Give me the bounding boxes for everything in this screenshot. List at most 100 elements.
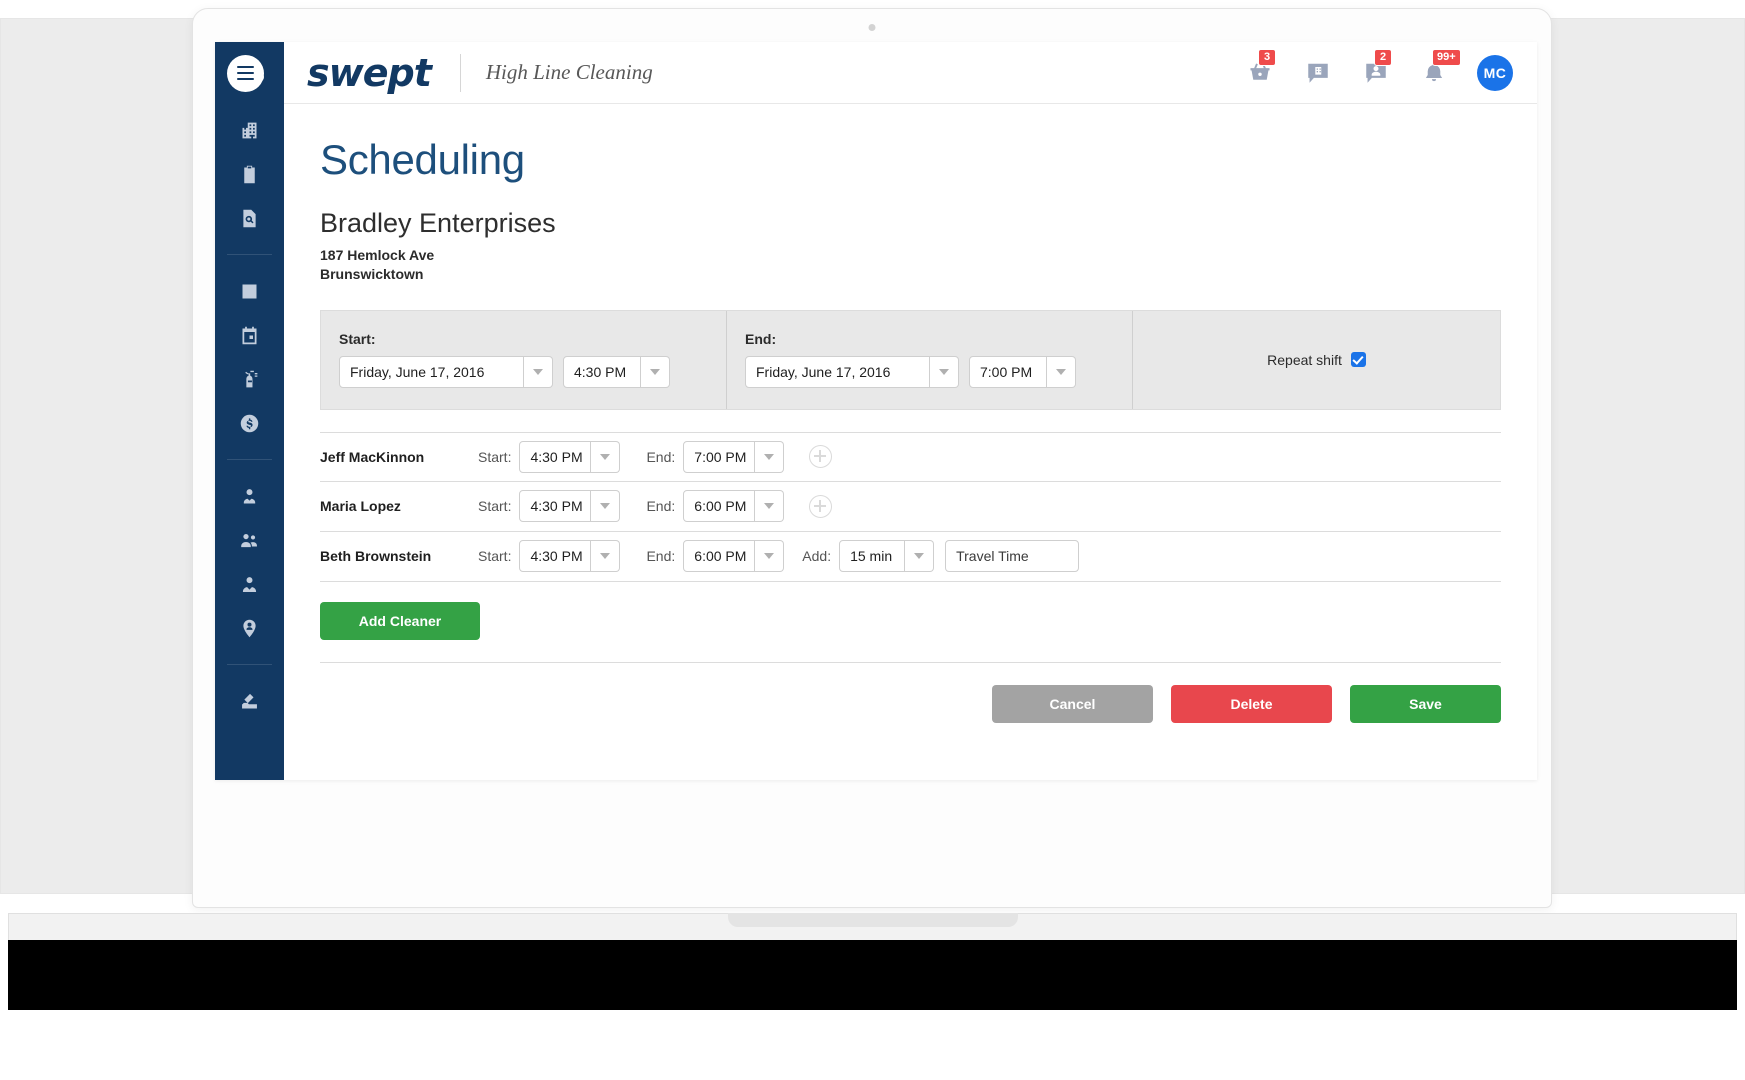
buildings-icon [242,122,257,138]
shift-end-date-select[interactable]: Friday, June 17, 2016 [745,356,959,389]
row-start-time-caret[interactable] [591,490,621,523]
top-bar: swept High Line Cleaning 3 2 99+ MC [284,42,1537,104]
sidebar-item-person-badge[interactable] [215,474,284,518]
row-end-time-caret[interactable] [755,440,785,473]
add-cleaner-button[interactable]: Add Cleaner [320,601,480,640]
clipboard-icon [244,165,255,183]
sidebar-divider-3 [227,664,272,665]
cleaner-name: Maria Lopez [320,498,401,515]
repeat-shift-column: Repeat shift [1133,311,1500,409]
sidebar-group-2 [215,265,284,449]
row-start-label: Start: [478,448,512,465]
row-add-label: Add: [802,548,832,565]
row-end-label: End: [646,448,676,465]
shift-end-time-caret[interactable] [1047,356,1076,389]
sidebar-item-clipboard[interactable] [215,152,284,196]
background-panel-left [0,18,196,894]
shift-start-date-caret[interactable] [524,356,553,389]
shift-start-column: Start: Friday, June 17, 2016 4:30 PM [321,310,727,409]
row-add-duration-caret[interactable] [905,540,935,573]
row-end-time-caret[interactable] [755,540,785,573]
row-end-time-caret[interactable] [755,490,785,523]
sidebar-item-locations[interactable] [215,606,284,650]
notifications-badge: 99+ [1432,48,1461,66]
dollar-circle-icon [240,414,259,432]
row-end-time-select[interactable]: 6:00 PM [683,540,785,573]
add-row-plus-icon[interactable] [809,494,833,518]
chevron-down-icon [1056,369,1066,376]
sidebar-item-inbox[interactable] [215,679,284,723]
add-row-plus-icon[interactable] [809,445,833,469]
travel-time-input[interactable] [945,540,1080,573]
sidebar-item-person-team[interactable] [215,562,284,606]
sidebar-item-billing[interactable] [215,401,284,445]
chevron-down-icon [600,553,611,560]
sidebar-item-people-group[interactable] [215,518,284,562]
shift-end-time-select[interactable]: 7:00 PM [969,356,1076,389]
sidebar-item-calendar[interactable] [215,313,284,357]
shift-start-row: Friday, June 17, 2016 4:30 PM [339,356,708,389]
row-end-label: End: [646,498,676,515]
app-window: swept High Line Cleaning 3 2 99+ MC Sche… [215,42,1537,780]
topbar-actions: 3 2 99+ MC [1245,48,1537,91]
notifications-button[interactable]: 99+ [1419,48,1461,88]
row-start-time-value: 4:30 PM [519,440,592,473]
people-group-icon [241,533,257,547]
shift-end-label: End: [745,331,777,348]
person-badge-icon [243,488,256,503]
cancel-button[interactable]: Cancel [992,684,1153,723]
shift-end-row: Friday, June 17, 2016 7:00 PM [745,356,1114,389]
sidebar-item-spray-bottle[interactable] [215,357,284,401]
shift-start-time-caret[interactable] [641,356,670,389]
row-start-time-select[interactable]: 4:30 PM [519,540,621,573]
row-end-time-select[interactable]: 7:00 PM [683,440,785,473]
page-title: Scheduling [320,136,525,183]
repeat-shift-label: Repeat shift [1267,351,1342,368]
sidebar-item-bar-chart[interactable] [215,269,284,313]
chevron-down-icon [600,453,611,460]
shift-end-column: End: Friday, June 17, 2016 7:00 PM [727,310,1133,409]
shift-end-date-caret[interactable] [930,356,959,389]
calendar-icon [242,326,257,344]
shift-end-date-value: Friday, June 17, 2016 [745,356,930,389]
row-end-time-value: 7:00 PM [683,440,756,473]
row-start-time-select[interactable]: 4:30 PM [519,440,621,473]
spray-bottle-icon [245,370,258,387]
shift-panel: Start: Friday, June 17, 2016 4:30 PM End… [320,309,1501,410]
sidebar-group-1 [215,104,284,244]
save-button[interactable]: Save [1350,684,1501,723]
building-message-button[interactable] [1303,58,1333,88]
sidebar-menu-button[interactable] [215,42,284,104]
delete-button[interactable]: Delete [1171,684,1332,723]
address-line-1: 187 Hemlock Ave [320,247,435,263]
swept-logo: swept [307,50,432,95]
row-end-time-select[interactable]: 6:00 PM [683,490,785,523]
laptop-shadow [8,940,1737,1010]
sidebar-item-document-search[interactable] [215,196,284,240]
chevron-down-icon [939,369,949,376]
main-content: Scheduling Bradley Enterprises 187 Hemlo… [284,104,1537,780]
shift-start-time-value: 4:30 PM [563,356,641,389]
basket-button[interactable]: 3 [1245,48,1277,88]
footer-actions: Cancel Delete Save [320,684,1501,723]
person-message-button[interactable]: 2 [1361,48,1393,88]
chevron-down-icon [650,369,660,376]
chevron-down-icon [764,553,775,560]
row-start-time-caret[interactable] [591,540,621,573]
row-add-duration-value: 15 min [839,540,906,573]
row-add-duration-select[interactable]: 15 min [839,540,935,573]
repeat-shift-checkbox[interactable] [1350,352,1366,368]
shift-start-time-select[interactable]: 4:30 PM [563,356,670,389]
row-start-time-select[interactable]: 4:30 PM [519,490,621,523]
cleaner-name: Beth Brownstein [320,548,432,565]
avatar[interactable]: MC [1477,54,1513,91]
chevron-down-icon [600,503,611,510]
screenshot-stage: swept High Line Cleaning 3 2 99+ MC Sche… [0,0,1745,1080]
laptop-notch [727,913,1018,927]
shift-start-date-select[interactable]: Friday, June 17, 2016 [339,356,553,389]
site-address: 187 Hemlock Ave Brunswicktown [320,246,1501,284]
table-row: Jeff MacKinnon Start: 4:30 PM End: 7:00 … [320,431,1501,482]
row-start-time-caret[interactable] [591,440,621,473]
sidebar-item-buildings[interactable] [215,108,284,152]
chevron-down-icon [914,553,925,560]
